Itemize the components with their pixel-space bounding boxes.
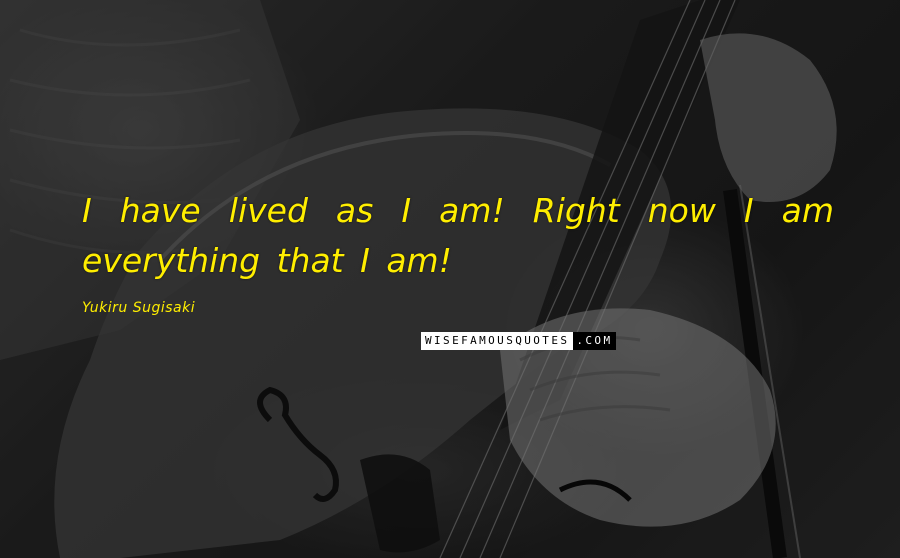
quote-text: I have lived as I am! Right now I am eve… — [82, 191, 834, 280]
watermark-main: WISEFAMOUSQUOTES — [421, 332, 574, 350]
watermark: WISEFAMOUSQUOTES .COM — [421, 332, 617, 350]
quote-author: Yukiru Sugisaki — [82, 300, 196, 316]
watermark-suffix: .COM — [573, 332, 617, 350]
quote-image: I have lived as I am! Right now I am eve… — [0, 0, 900, 558]
